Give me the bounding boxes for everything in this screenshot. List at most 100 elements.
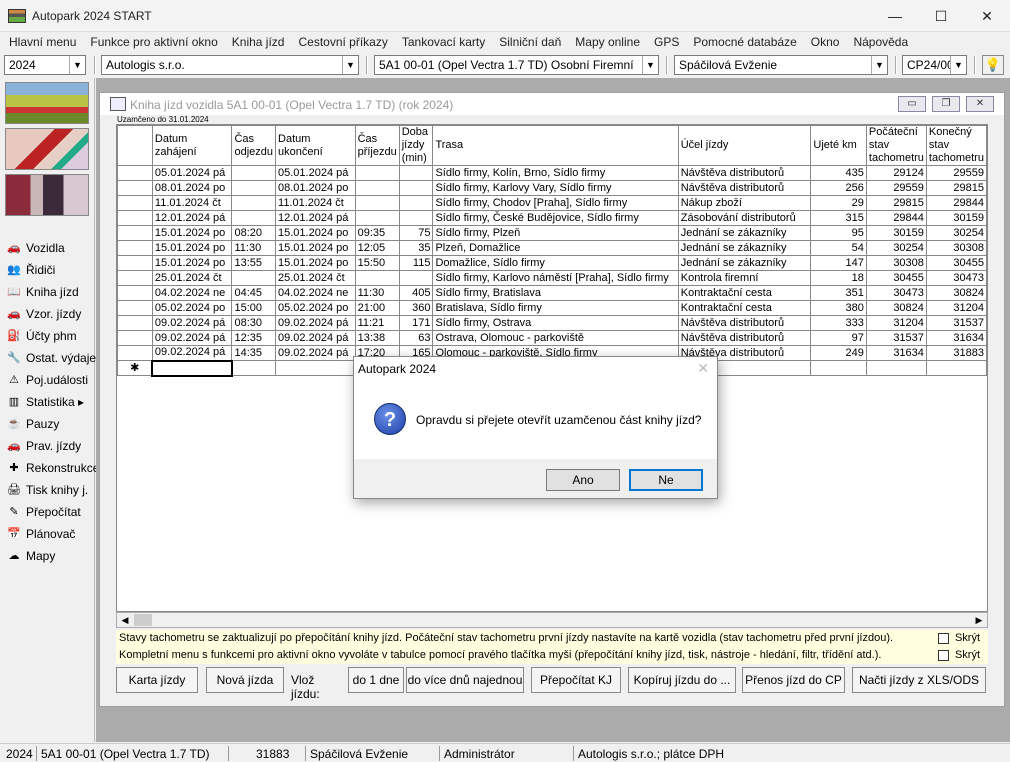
sidebar-item[interactable]: 🚗 Vzor. jízdy (6, 304, 81, 324)
table-cell[interactable]: 95 (810, 225, 867, 241)
chevron-down-icon[interactable]: ▼ (642, 56, 658, 74)
table-cell[interactable] (354, 180, 400, 196)
chevron-down-icon[interactable]: ▼ (342, 56, 358, 74)
table-cell[interactable] (231, 195, 277, 211)
sidebar-item[interactable]: 🔧 Ostat. výdaje (6, 348, 96, 368)
table-cell[interactable]: Ostrava, Olomouc - parkoviště (432, 330, 679, 346)
table-cell[interactable]: Nákup zboží (677, 195, 812, 211)
table-cell[interactable]: 08:30 (231, 315, 277, 331)
table-cell[interactable]: 11:30 (231, 240, 277, 256)
table-cell[interactable]: 08:20 (231, 225, 277, 241)
column-header[interactable]: Ujeté km (810, 125, 867, 166)
table-cell[interactable]: 09.02.2024 pá (151, 315, 233, 331)
table-cell[interactable]: 31883 (925, 345, 987, 361)
table-cell[interactable]: 256 (810, 180, 867, 196)
table-cell[interactable]: 29124 (865, 165, 927, 181)
table-cell[interactable] (810, 360, 867, 376)
sidebar-item[interactable]: ☁ Mapy (6, 546, 56, 566)
table-cell[interactable] (231, 165, 277, 181)
table-cell[interactable]: 31537 (865, 330, 927, 346)
row-selector[interactable] (117, 285, 153, 301)
column-header[interactable]: Datum zahájení (151, 125, 233, 166)
table-cell[interactable]: 31634 (925, 330, 987, 346)
no-button[interactable]: Ne (629, 469, 703, 491)
table-cell[interactable]: 12.01.2024 pá (151, 210, 233, 226)
row-selector[interactable] (117, 195, 153, 211)
table-row[interactable]: 05.02.2024 po 15:00 05.02.2024 po 21:00 360 B… (117, 300, 987, 316)
sidebar-item[interactable]: ✚ Rekonstrukce (6, 458, 99, 478)
table-cell[interactable]: 75 (398, 225, 434, 241)
table-cell[interactable] (275, 360, 356, 376)
multi-day-button[interactable]: do více dnů najednou (406, 667, 524, 693)
table-cell[interactable]: 09:35 (354, 225, 400, 241)
table-cell[interactable] (398, 270, 434, 286)
table-cell[interactable]: 30824 (925, 285, 987, 301)
minimize-button[interactable]: — (872, 0, 918, 32)
table-cell[interactable]: 29844 (925, 195, 987, 211)
menu-window-functions[interactable]: Funkce pro aktivní okno (83, 35, 224, 49)
chevron-down-icon[interactable]: ▼ (871, 56, 887, 74)
table-cell[interactable]: Návštěva distributorů (677, 315, 812, 331)
table-cell[interactable]: 115 (398, 255, 434, 271)
row-selector[interactable] (117, 240, 153, 256)
table-cell[interactable] (398, 165, 434, 181)
table-cell[interactable]: 31537 (925, 315, 987, 331)
table-cell[interactable]: 05.02.2024 po (151, 300, 233, 316)
checkbox-box[interactable] (937, 632, 949, 644)
table-row[interactable]: 15.01.2024 po 08:20 15.01.2024 po 09:35 75 Sí… (117, 225, 987, 241)
table-row[interactable]: 15.01.2024 po 13:55 15.01.2024 po 15:50 115 D… (117, 255, 987, 271)
sidebar-item[interactable]: ⛽ Účty phm (6, 326, 77, 346)
table-cell[interactable]: 05.01.2024 pá (151, 165, 233, 181)
menu-logbook[interactable]: Kniha jízd (225, 35, 292, 49)
row-selector[interactable] (117, 180, 153, 196)
load-xls-button[interactable]: Načti jízdy z XLS/ODS (852, 667, 986, 693)
table-cell[interactable]: 15.01.2024 po (151, 225, 233, 241)
table-cell[interactable]: 25.01.2024 čt (275, 270, 356, 286)
table-cell[interactable]: Sídlo firmy, Bratislava (432, 285, 679, 301)
table-cell[interactable] (231, 360, 277, 376)
table-cell[interactable]: Návštěva distributorů (677, 330, 812, 346)
table-cell[interactable]: 30824 (865, 300, 927, 316)
table-cell[interactable] (354, 195, 400, 211)
table-row[interactable]: 11.01.2024 čt 11.01.2024 čt Sídlo firmy, C… (117, 195, 987, 211)
table-cell[interactable]: 15:50 (354, 255, 400, 271)
yes-button[interactable]: Ano (546, 469, 620, 491)
dialog-close-button[interactable]: ✕ (697, 360, 709, 377)
table-cell[interactable]: 97 (810, 330, 867, 346)
table-cell[interactable]: Návštěva distributorů (677, 180, 812, 196)
table-cell[interactable]: 29844 (865, 210, 927, 226)
table-cell[interactable]: 04.02.2024 ne (151, 285, 233, 301)
checkbox-box[interactable] (937, 649, 949, 661)
column-header[interactable]: Účel jízdy (677, 125, 812, 166)
year-select[interactable]: 2024 ▼ (4, 55, 86, 75)
table-cell[interactable]: 08.01.2024 po (151, 180, 233, 196)
table-cell[interactable] (398, 195, 434, 211)
table-cell[interactable]: 13:55 (231, 255, 277, 271)
table-cell[interactable]: 29559 (865, 180, 927, 196)
table-cell[interactable]: 30159 (925, 210, 987, 226)
menu-maps-online[interactable]: Mapy online (568, 35, 647, 49)
table-row[interactable]: 15.01.2024 po 11:30 15.01.2024 po 12:05 35 Pl… (117, 240, 987, 256)
table-cell[interactable]: Sídlo firmy, Karlovy Vary, Sídlo firmy (432, 180, 679, 196)
table-row[interactable]: 09.02.2024 pá 12:35 09.02.2024 pá 13:38 63 Os… (117, 330, 987, 346)
row-selector[interactable] (117, 330, 153, 346)
table-cell[interactable]: 29815 (925, 180, 987, 196)
table-cell[interactable] (354, 165, 400, 181)
table-cell[interactable]: 12:05 (354, 240, 400, 256)
table-cell[interactable]: 30254 (865, 240, 927, 256)
table-cell[interactable] (925, 360, 987, 376)
copy-trip-button[interactable]: Kopíruj jízdu do ... (628, 667, 736, 693)
table-cell[interactable]: Kontrola firemní (677, 270, 812, 286)
table-cell[interactable]: 30473 (925, 270, 987, 286)
table-cell[interactable]: Jednání se zákazníky (677, 225, 812, 241)
table-row[interactable]: 08.01.2024 po 08.01.2024 po Sídlo firmy, K… (117, 180, 987, 196)
chevron-down-icon[interactable]: ▼ (950, 56, 966, 74)
table-cell[interactable]: 09.02.2024 pá (151, 330, 233, 346)
table-cell[interactable] (231, 270, 277, 286)
table-cell[interactable]: 15.01.2024 po (275, 225, 356, 241)
table-cell[interactable]: 05.02.2024 po (275, 300, 356, 316)
recalculate-button[interactable]: Přepočítat KJ (531, 667, 621, 693)
table-cell[interactable]: 11:21 (354, 315, 400, 331)
table-cell[interactable]: 30455 (925, 255, 987, 271)
one-day-button[interactable]: do 1 dne (348, 667, 404, 693)
